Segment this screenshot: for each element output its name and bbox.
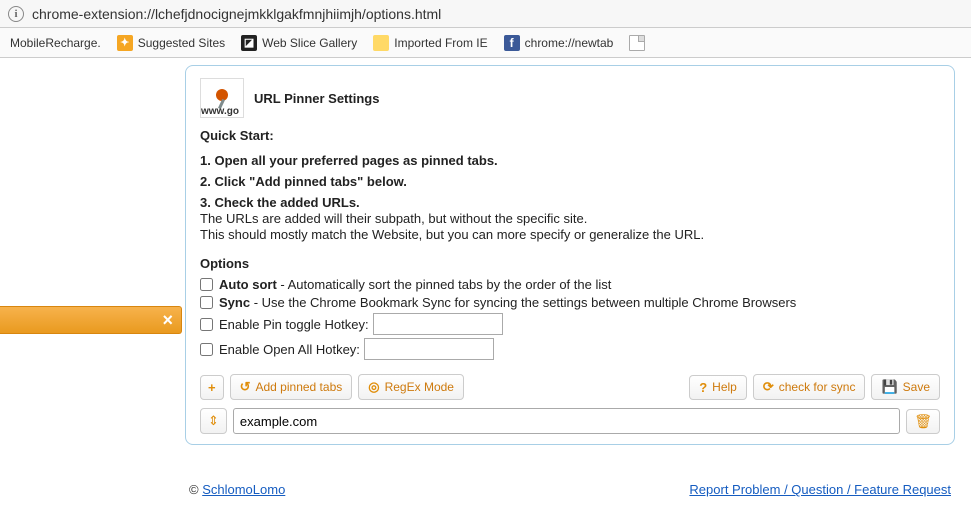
bookmark-item[interactable]: ✦ Suggested Sites [109,28,233,57]
bookmark-label: MobileRecharge. [10,36,101,50]
delete-button[interactable]: 🗑 [906,409,940,434]
document-icon [629,35,645,51]
panel-header: www.go URL Pinner Settings [200,78,940,118]
plus-icon: + [208,380,216,395]
bookmark-icon: ◪ [241,35,257,51]
reload-icon: ↺ [240,379,251,395]
option-pin-hotkey: Enable Pin toggle Hotkey: [200,313,940,335]
bookmark-label: Suggested Sites [138,36,225,50]
bookmark-label: chrome://newtab [525,36,614,50]
regex-mode-button[interactable]: ◎RegEx Mode [358,374,464,400]
bookmark-item[interactable]: Imported From IE [365,28,495,57]
autosort-label: Auto sort - Automatically sort the pinne… [219,277,611,292]
quick-start-note: The URLs are added will their subpath, b… [200,211,940,226]
quick-start-step: 1. Open all your preferred pages as pinn… [200,153,940,168]
sync-icon: ⟳ [763,379,774,395]
sync-checkbox[interactable] [200,296,213,309]
bookmarks-bar: MobileRecharge. ✦ Suggested Sites ◪ Web Sl… [0,28,971,58]
quick-start-note: This should mostly match the Website, bu… [200,227,940,242]
panel-title: URL Pinner Settings [254,91,379,106]
pin-hotkey-label: Enable Pin toggle Hotkey: [219,317,369,332]
autosort-checkbox[interactable] [200,278,213,291]
option-autosort: Auto sort - Automatically sort the pinne… [200,277,940,292]
quick-start-heading: Quick Start: [200,128,940,143]
bookmark-icon: ✦ [117,35,133,51]
close-icon[interactable]: × [162,310,173,331]
open-hotkey-label: Enable Open All Hotkey: [219,342,360,357]
option-open-hotkey: Enable Open All Hotkey: [200,338,940,360]
report-link[interactable]: Report Problem / Question / Feature Requ… [689,482,951,497]
add-button[interactable]: + [200,375,224,400]
check-sync-button[interactable]: ⟳check for sync [753,374,866,400]
quick-start-step: 2. Click "Add pinned tabs" below. [200,174,940,189]
regex-icon: ◎ [368,379,379,395]
facebook-icon: f [504,35,520,51]
quick-start-step: 3. Check the added URLs. [200,195,940,210]
options-heading: Options [200,256,940,271]
help-button[interactable]: ?Help [689,375,747,400]
pin-hotkey-checkbox[interactable] [200,318,213,331]
logo-text: www.go [201,106,239,117]
open-hotkey-checkbox[interactable] [200,343,213,356]
bookmark-label: Imported From IE [394,36,487,50]
pin-hotkey-input[interactable] [373,313,503,335]
folder-icon [373,35,389,51]
sync-label: Sync - Use the Chrome Bookmark Sync for … [219,295,796,310]
bookmark-item[interactable]: MobileRecharge. [2,28,109,57]
save-icon: 💾 [881,379,897,395]
url-input[interactable] [233,408,900,434]
help-icon: ? [699,380,707,395]
option-sync: Sync - Use the Chrome Bookmark Sync for … [200,295,940,310]
settings-panel: www.go URL Pinner Settings Quick Start: … [185,65,955,445]
add-pinned-tabs-button[interactable]: ↺Add pinned tabs [230,374,353,400]
side-panel-stub[interactable]: × [0,306,182,334]
info-icon: i [8,6,24,22]
author-link[interactable]: SchlomoLomo [202,482,285,497]
pin-icon [213,89,231,107]
bookmark-item[interactable]: f chrome://newtab [496,28,622,57]
drag-handle-icon[interactable]: ⇕ [200,408,227,434]
app-logo: www.go [200,78,244,118]
footer: © SchlomoLomo Report Problem / Question … [185,482,955,497]
url-entry-row: ⇕ 🗑 [200,408,940,434]
save-button[interactable]: 💾Save [871,374,940,400]
bookmark-item[interactable] [621,28,658,57]
copyright: © SchlomoLomo [189,482,285,497]
trash-icon: 🗑 [914,413,932,429]
address-url: chrome-extension://lchefjdnocignejmkklga… [32,6,441,22]
bookmark-item[interactable]: ◪ Web Slice Gallery [233,28,365,57]
open-hotkey-input[interactable] [364,338,494,360]
bookmark-label: Web Slice Gallery [262,36,357,50]
address-bar[interactable]: i chrome-extension://lchefjdnocignejmkkl… [0,0,971,28]
button-bar: + ↺Add pinned tabs ◎RegEx Mode ?Help ⟳ch… [200,374,940,400]
